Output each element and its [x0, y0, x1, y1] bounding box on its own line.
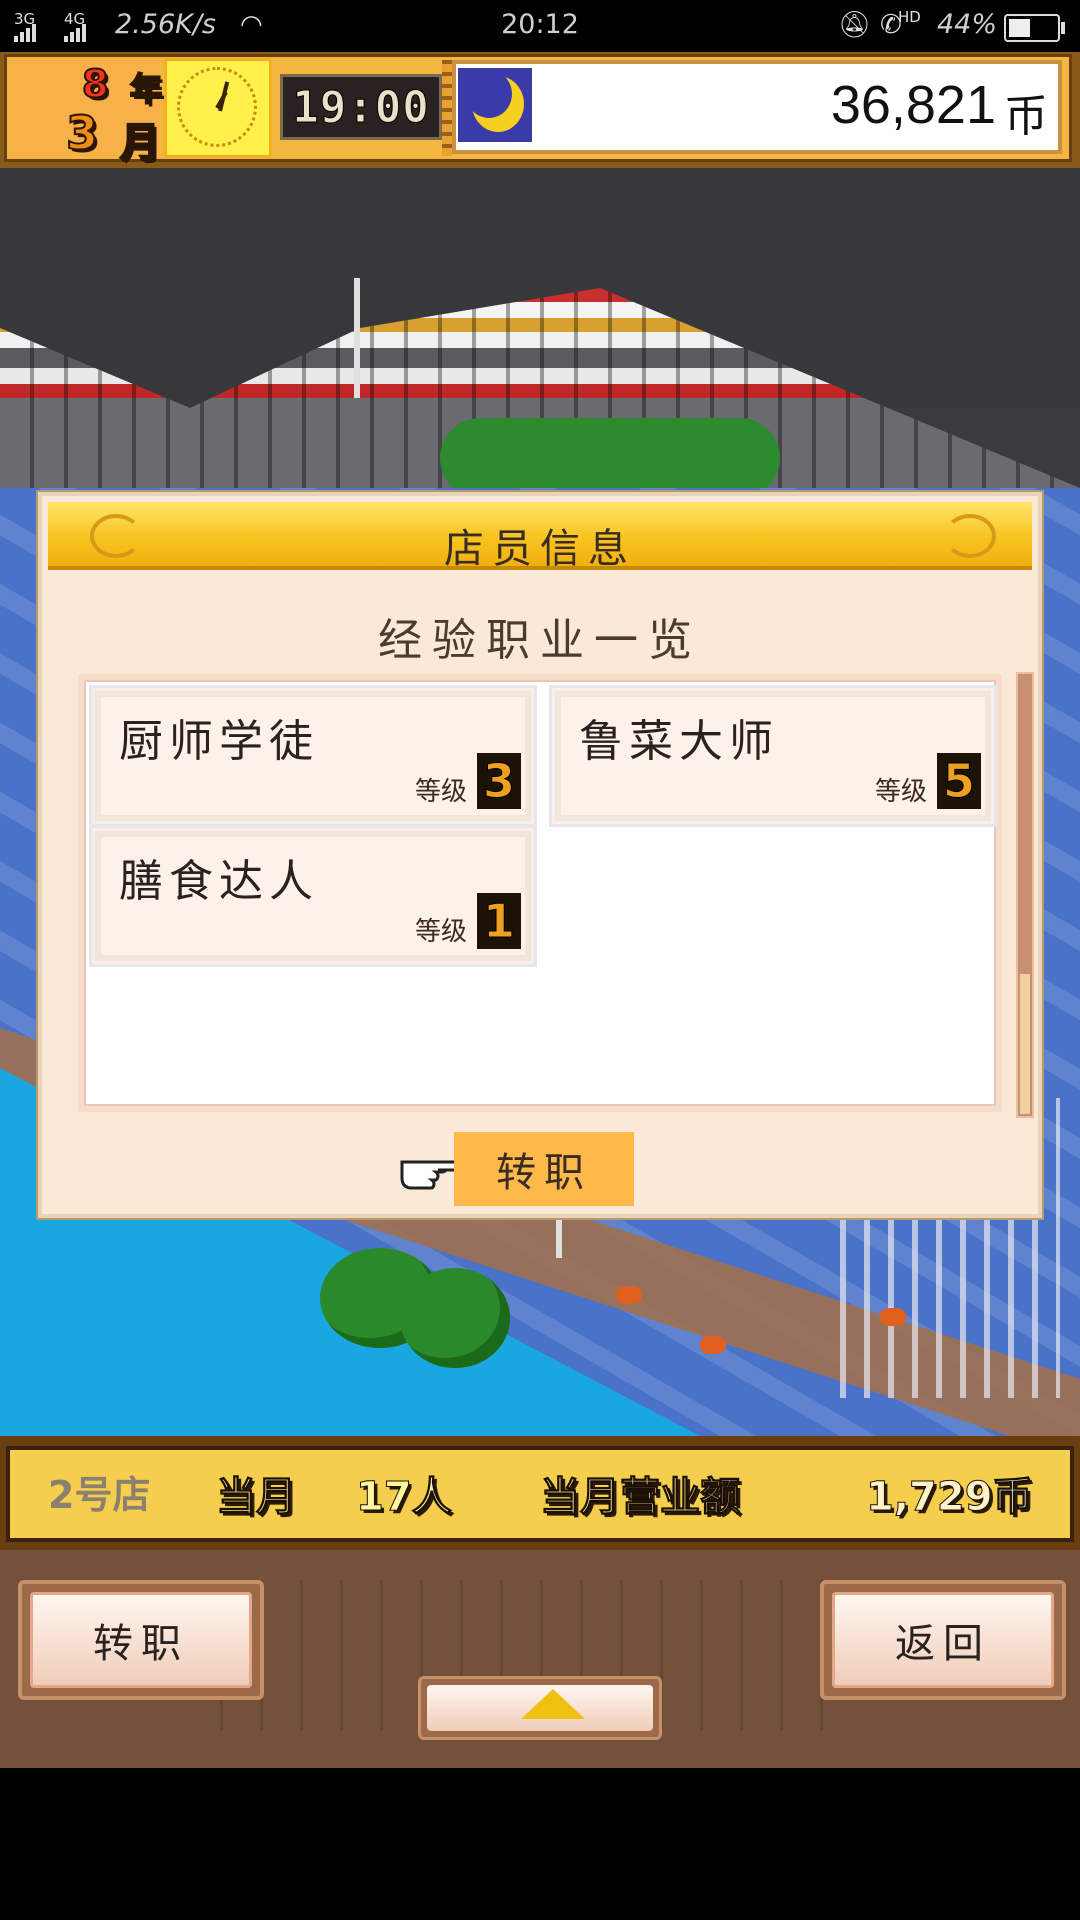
back-button-label: 返回 — [832, 1592, 1054, 1688]
expand-button[interactable] — [418, 1676, 662, 1740]
battery-percent: 44% — [937, 9, 998, 40]
top-hud: 8 年 3 月 19:00 36,821 币 — [0, 52, 1080, 168]
year-number: 8 — [81, 61, 109, 107]
moon-icon — [458, 68, 532, 142]
job-card[interactable]: 厨师学徒 等级 3 — [92, 688, 534, 824]
money-display: 36,821 币 — [452, 60, 1062, 154]
money-unit: 币 — [1004, 91, 1048, 142]
level-value: 3 — [477, 753, 521, 809]
job-card[interactable]: 鲁菜大师 等级 5 — [552, 688, 994, 824]
job-list[interactable]: 厨师学徒 等级 3 鲁菜大师 等级 5 膳食达人 等级 1 — [78, 674, 1002, 1112]
level-label: 等级 — [874, 777, 927, 807]
staff-info-dialog: 店员信息 经验职业一览 厨师学徒 等级 3 鲁菜大师 等级 5 膳食达人 等级 … — [38, 492, 1042, 1218]
month-label: 当月 — [216, 1474, 297, 1521]
clock-icon — [164, 58, 272, 158]
store-name: 2号店 — [48, 1473, 151, 1517]
level-label: 等级 — [414, 777, 467, 807]
status-bar: 3G 4G 2.56K/s ◠ 20:12 🔕︎ ✆ HD 44% — [0, 0, 1080, 52]
job-name: 厨师学徒 — [119, 716, 319, 767]
tree-cluster — [440, 418, 780, 498]
game-time: 19:00 — [280, 74, 442, 140]
dialog-header: 店员信息 — [48, 502, 1032, 572]
store-info-bar: 2号店 当月 17人 当月营业额 1,729币 — [0, 1436, 1080, 1550]
job-card[interactable]: 膳食达人 等级 1 — [92, 828, 534, 964]
level-value: 1 — [477, 893, 521, 949]
job-name: 膳食达人 — [119, 856, 319, 907]
street-lamp — [354, 278, 360, 398]
back-button[interactable]: 返回 — [820, 1580, 1066, 1700]
change-job-panel-label: 转职 — [30, 1592, 252, 1688]
up-arrow-icon — [521, 1689, 585, 1719]
level-value: 5 — [937, 753, 981, 809]
dialog-title: 店员信息 — [444, 526, 636, 572]
crab — [700, 1336, 726, 1354]
job-list-scrollbar[interactable] — [1016, 672, 1034, 1118]
crab — [616, 1286, 642, 1304]
mute-icon: 🔕︎ — [838, 10, 872, 40]
money-value: 36,821 — [830, 75, 996, 135]
game-time-text: 19:00 — [292, 81, 430, 133]
tree — [400, 1268, 510, 1368]
hd-badge: HD — [898, 8, 921, 26]
job-name: 鲁菜大师 — [579, 716, 779, 767]
level-label: 等级 — [414, 917, 467, 947]
staff-count: 17人 — [356, 1474, 453, 1521]
change-job-button[interactable]: 转职 — [454, 1132, 634, 1206]
sales-value: 1,729币 — [866, 1474, 1034, 1521]
date-display: 8 年 3 月 — [12, 60, 163, 167]
battery-icon — [1004, 14, 1065, 42]
change-job-panel-button[interactable]: 转职 — [18, 1580, 264, 1700]
month-label: 月 — [119, 119, 161, 167]
sales-label: 当月营业额 — [540, 1474, 741, 1521]
bottom-panel: 转职 返回 — [0, 1550, 1080, 1768]
crab — [880, 1308, 906, 1326]
scroll-thumb[interactable] — [1020, 974, 1030, 1114]
year-label: 年 — [129, 69, 163, 109]
dialog-subtitle: 经验职业一览 — [378, 615, 702, 666]
month-number: 3 — [65, 105, 99, 161]
